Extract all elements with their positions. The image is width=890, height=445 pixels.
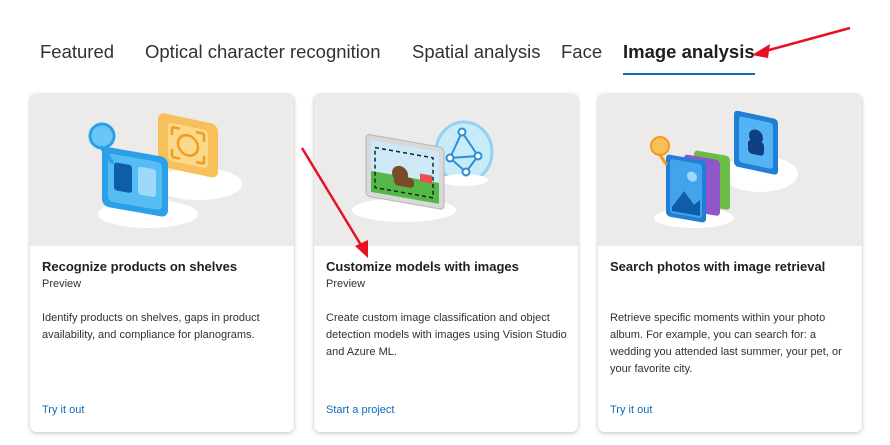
card-customize-models[interactable]: Customize models with images Preview Cre… — [314, 94, 578, 432]
product-recognition-illustration — [30, 94, 294, 246]
tab-image-analysis[interactable]: Image analysis — [623, 40, 755, 75]
card-description: Retrieve specific moments within your ph… — [610, 312, 842, 375]
card-description: Identify products on shelves, gaps in pr… — [42, 312, 260, 341]
card-title: Search photos with image retrieval — [610, 259, 826, 274]
card-title: Customize models with images — [326, 259, 519, 274]
card-recognize-products[interactable]: Recognize products on shelves Preview Id… — [30, 94, 294, 432]
try-it-out-link[interactable]: Try it out — [42, 404, 84, 416]
card-description: Create custom image classification and o… — [326, 312, 567, 358]
tab-spatial-analysis[interactable]: Spatial analysis — [412, 40, 541, 64]
start-a-project-link[interactable]: Start a project — [326, 404, 394, 416]
card-search-photos[interactable]: Search photos with image retrieval Retri… — [598, 94, 862, 432]
tab-face[interactable]: Face — [561, 40, 602, 64]
card-title: Recognize products on shelves — [42, 259, 238, 274]
tab-featured[interactable]: Featured — [40, 40, 114, 64]
tab-bar: Featured Optical character recognition S… — [0, 0, 890, 90]
preview-badge: Preview — [326, 278, 366, 290]
custom-model-illustration — [314, 94, 578, 246]
preview-badge: Preview — [42, 278, 82, 290]
tab-optical-character-recognition[interactable]: Optical character recognition — [145, 40, 380, 64]
try-it-out-link[interactable]: Try it out — [610, 404, 652, 416]
photo-retrieval-illustration — [598, 94, 862, 246]
